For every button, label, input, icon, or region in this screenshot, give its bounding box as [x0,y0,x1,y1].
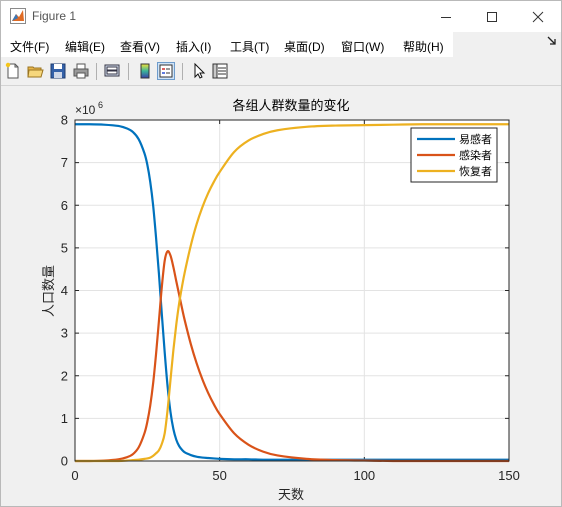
matlab-logo-icon [10,8,26,24]
y-tick-label: 1 [61,411,68,426]
property-inspector-icon[interactable] [211,62,229,80]
toolbar-separator [96,63,97,80]
y-exponent-power: 6 [98,100,103,110]
chart-title: 各组人群数量的变化 [232,98,349,114]
y-tick-label: 0 [61,454,68,469]
link-plot-icon[interactable] [103,62,121,80]
menu-insert[interactable]: 插入(I) [176,38,211,55]
legend-label: 易感者 [459,133,492,146]
legend-label: 恢复者 [459,164,492,178]
insert-legend-icon[interactable] [157,62,175,80]
x-tick-label: 150 [498,468,520,483]
maximize-icon [487,12,497,22]
minimize-icon [441,17,451,18]
y-tick-label: 3 [61,326,68,341]
y-tick-label: 6 [61,198,68,213]
maximize-button[interactable] [469,1,515,32]
y-tick-label: 4 [61,283,68,298]
edit-plot-icon[interactable] [190,62,208,80]
sir-line-chart[interactable]: 0 1 2 3 4 5 6 7 8 0 50 100 150 各组人群数量的变化 天数 人口数量 ×10… [1,86,561,506]
y-tick-label: 7 [61,155,68,170]
window-title: Figure 1 [32,9,77,23]
insert-colorbar-icon[interactable] [136,62,154,80]
close-icon [532,11,544,23]
toolbar-separator [128,63,129,80]
menu-bar: 文件(F) 编辑(E) 查看(V) 插入(I) 工具(T) 桌面(D) 窗口(W… [1,32,453,57]
new-figure-icon[interactable] [4,62,22,80]
y-tick-label: 2 [61,368,68,383]
print-icon[interactable] [72,62,90,80]
dock-figure-icon[interactable] [547,36,557,46]
x-tick-label: 50 [212,468,226,483]
menu-window[interactable]: 窗口(W) [341,38,384,55]
title-bar[interactable]: Figure 1 [1,1,561,32]
menu-desktop[interactable]: 桌面(D) [284,38,325,55]
legend-label: 感染者 [459,148,492,162]
figure-toolbar [1,58,561,86]
toolbar-separator [182,63,183,80]
x-axis-label: 天数 [278,488,304,503]
x-tick-label: 100 [353,468,375,483]
chart-legend[interactable]: 易感者感染者恢复者 [410,127,498,183]
y-tick-label: 5 [61,240,68,255]
figure-canvas: 0 1 2 3 4 5 6 7 8 0 50 100 150 各组人群数量的变化 天数 人口数量 ×10… [1,86,561,506]
close-button[interactable] [515,1,561,32]
menu-file[interactable]: 文件(F) [10,38,49,55]
minimize-button[interactable] [423,1,469,32]
save-icon[interactable] [49,62,67,80]
menu-bar-filler [453,32,561,57]
menu-view[interactable]: 查看(V) [120,38,160,55]
open-file-icon[interactable] [26,62,44,80]
menu-help[interactable]: 帮助(H) [403,38,444,55]
y-axis-label: 人口数量 [42,265,57,317]
x-tick-label: 0 [71,468,78,483]
menu-edit[interactable]: 编辑(E) [65,38,105,55]
y-exponent-base: ×10 [75,103,96,117]
menu-tools[interactable]: 工具(T) [230,38,269,55]
figure-window: Figure 1 文件(F) 编辑(E) 查看(V) 插入(I) 工具(T) 桌… [0,0,562,507]
y-tick-label: 8 [61,113,68,128]
